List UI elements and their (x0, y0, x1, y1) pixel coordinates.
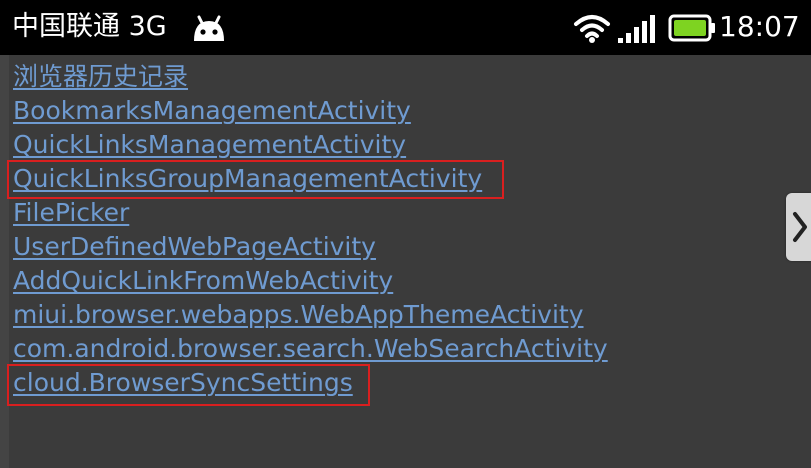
activity-link[interactable]: BookmarksManagementActivity (13, 96, 411, 130)
activity-link[interactable]: 浏览器历史记录 (13, 62, 188, 96)
activity-link[interactable]: miui.browser.webapps.WebAppThemeActivity (13, 300, 584, 334)
activity-link[interactable]: UserDefinedWebPageActivity (13, 232, 376, 266)
activity-link[interactable]: FilePicker (13, 198, 129, 232)
android-icon (194, 15, 224, 41)
activity-list-screen: 浏览器历史记录 BookmarksManagementActivity Quic… (0, 55, 811, 468)
highlight-box (7, 160, 504, 199)
chevron-right-icon (793, 212, 807, 242)
activity-link[interactable]: com.android.browser.search.WebSearchActi… (13, 334, 608, 368)
carrier-label: 中国联通 3G (12, 11, 167, 42)
status-bar: 中国联通 3G 18:07 (0, 0, 811, 55)
wifi-icon (574, 15, 610, 43)
activity-link[interactable]: AddQuickLinkFromWebActivity (13, 266, 393, 300)
battery-icon (668, 14, 715, 42)
signal-icon (618, 15, 655, 43)
left-edge-strip (0, 55, 9, 468)
highlight-box (7, 364, 370, 406)
edge-expand-tab[interactable] (786, 193, 811, 261)
activity-link[interactable]: QuickLinksManagementActivity (13, 130, 406, 164)
clock: 18:07 (719, 10, 800, 43)
